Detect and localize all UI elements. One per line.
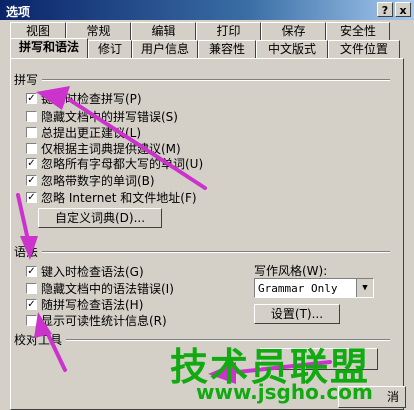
tab-spelling-grammar[interactable]: 拼写和语法 (10, 38, 88, 58)
grammar-settings-button[interactable]: 设置(T)... (254, 304, 340, 324)
checkbox-hide-spelling-errors[interactable] (26, 110, 37, 122)
option-label: 忽略 Internet 和文件地址(F) (41, 190, 197, 205)
custom-dictionaries-button[interactable]: 自定义词典(D)... (38, 208, 162, 228)
option-hide-grammar-errors[interactable]: 隐藏文档中的语法错误(I) (26, 280, 174, 296)
tab-save[interactable]: 保存 (261, 22, 326, 40)
writing-style-label: 写作风格(W): (254, 264, 328, 278)
option-label: 忽略带数字的单词(B) (41, 173, 155, 188)
tab-compatibility[interactable]: 兼容性 (198, 40, 256, 58)
checkbox-main-dictionary-only[interactable] (26, 142, 37, 154)
tab-security[interactable]: 安全性 (326, 22, 390, 40)
writing-style-value: Grammar Only (258, 282, 338, 295)
close-button[interactable]: x (395, 2, 411, 17)
tab-print[interactable]: 打印 (196, 22, 261, 40)
option-label: 总提出更正建议(L) (41, 125, 142, 140)
tab-track-changes[interactable]: 修订 (88, 40, 132, 58)
window-title: 选项 (6, 5, 31, 19)
checkbox-hide-grammar-errors[interactable] (26, 282, 37, 294)
checkbox-readability-stats[interactable] (26, 314, 37, 326)
writing-style-select[interactable]: Grammar Only ▼ (254, 278, 374, 298)
tab-file-locations[interactable]: 文件位置 (328, 40, 400, 58)
checkbox-check-grammar[interactable]: ✓ (26, 265, 37, 277)
watermark-url: www.jsgho.com (196, 380, 373, 404)
option-label: 键入时检查拼写(P) (41, 91, 142, 106)
checkbox-grammar-with-spelling[interactable]: ✓ (26, 298, 37, 310)
option-readability-stats[interactable]: 显示可读性统计信息(R) (26, 312, 167, 328)
checkbox-ignore-uppercase[interactable]: ✓ (26, 157, 37, 169)
option-label: 显示可读性统计信息(R) (41, 313, 167, 328)
option-label: 键入时检查语法(G) (41, 264, 144, 279)
option-ignore-uppercase[interactable]: ✓ 忽略所有字母都大写的单词(U) (26, 155, 203, 171)
option-label: 隐藏文档中的语法错误(I) (41, 281, 174, 296)
proofing-group-title: 校对工具 (14, 333, 63, 347)
help-button[interactable]: ? (377, 2, 393, 17)
tab-edit[interactable]: 编辑 (131, 22, 196, 40)
checkbox-check-spelling[interactable]: ✓ (26, 92, 37, 104)
spelling-group-title: 拼写 (14, 73, 39, 87)
checkbox-ignore-numbers[interactable]: ✓ (26, 174, 37, 186)
option-label: 随拼写检查语法(H) (41, 297, 144, 312)
option-check-spelling-as-you-type[interactable]: ✓ 键入时检查拼写(P) (26, 90, 142, 106)
option-check-grammar-as-you-type[interactable]: ✓ 键入时检查语法(G) (26, 263, 144, 279)
option-always-suggest[interactable]: 总提出更正建议(L) (26, 124, 141, 140)
option-check-grammar-with-spelling[interactable]: ✓ 随拼写检查语法(H) (26, 296, 143, 312)
tab-row-bottom: 拼写和语法 修订 用户信息 兼容性 中文版式 文件位置 (10, 38, 400, 58)
tab-user-info[interactable]: 用户信息 (132, 40, 198, 58)
option-label: 忽略所有字母都大写的单词(U) (41, 156, 204, 171)
grammar-divider (42, 251, 390, 253)
tab-asian-typography[interactable]: 中文版式 (256, 40, 328, 58)
option-label: 隐藏文档中的拼写错误(S) (41, 109, 178, 124)
grammar-group-title: 语法 (14, 245, 39, 259)
checkbox-ignore-internet[interactable]: ✓ (26, 191, 37, 203)
option-ignore-numbers[interactable]: ✓ 忽略带数字的单词(B) (26, 172, 155, 188)
option-hide-spelling-errors[interactable]: 隐藏文档中的拼写错误(S) (26, 108, 178, 124)
chevron-down-icon[interactable]: ▼ (356, 279, 373, 297)
spelling-divider (42, 79, 390, 81)
title-bar: 选项 ? x (0, 0, 414, 20)
option-ignore-internet[interactable]: ✓ 忽略 Internet 和文件地址(F) (26, 189, 197, 205)
checkbox-always-suggest[interactable] (26, 126, 37, 138)
